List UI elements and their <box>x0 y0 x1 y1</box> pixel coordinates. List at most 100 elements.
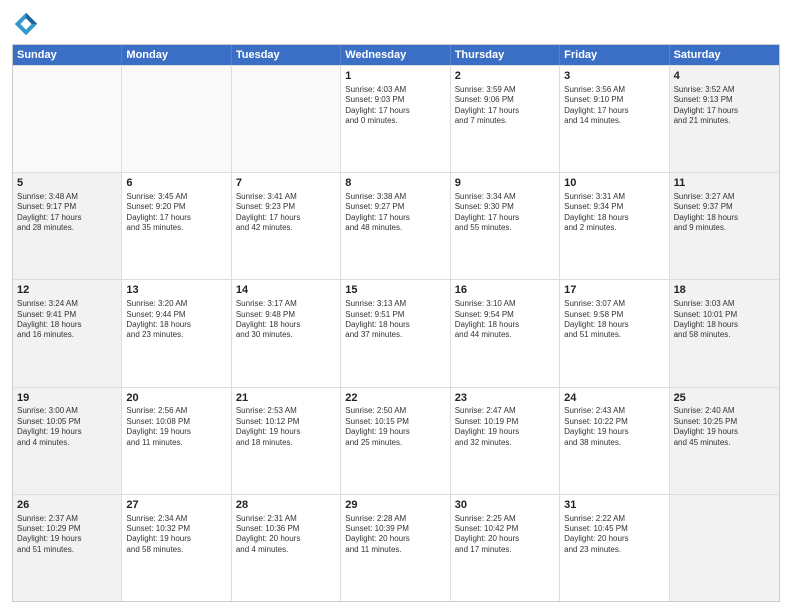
day-number: 1 <box>345 69 445 84</box>
day-cell-28: 28Sunrise: 2:31 AM Sunset: 10:36 PM Dayl… <box>232 495 341 601</box>
day-number: 24 <box>564 391 664 406</box>
day-cell-17: 17Sunrise: 3:07 AM Sunset: 9:58 PM Dayli… <box>560 280 669 386</box>
day-number: 19 <box>17 391 117 406</box>
day-info: Sunrise: 2:56 AM Sunset: 10:08 PM Daylig… <box>126 406 226 448</box>
day-number: 21 <box>236 391 336 406</box>
day-cell-27: 27Sunrise: 2:34 AM Sunset: 10:32 PM Dayl… <box>122 495 231 601</box>
day-cell-24: 24Sunrise: 2:43 AM Sunset: 10:22 PM Dayl… <box>560 388 669 494</box>
day-number: 9 <box>455 176 555 191</box>
day-info: Sunrise: 3:24 AM Sunset: 9:41 PM Dayligh… <box>17 299 117 341</box>
day-info: Sunrise: 3:00 AM Sunset: 10:05 PM Daylig… <box>17 406 117 448</box>
empty-cell <box>232 66 341 172</box>
day-info: Sunrise: 3:20 AM Sunset: 9:44 PM Dayligh… <box>126 299 226 341</box>
day-cell-19: 19Sunrise: 3:00 AM Sunset: 10:05 PM Dayl… <box>13 388 122 494</box>
day-info: Sunrise: 3:17 AM Sunset: 9:48 PM Dayligh… <box>236 299 336 341</box>
day-number: 25 <box>674 391 775 406</box>
day-number: 12 <box>17 283 117 298</box>
day-cell-11: 11Sunrise: 3:27 AM Sunset: 9:37 PM Dayli… <box>670 173 779 279</box>
empty-cell <box>13 66 122 172</box>
header <box>12 10 780 38</box>
day-info: Sunrise: 3:52 AM Sunset: 9:13 PM Dayligh… <box>674 85 775 127</box>
day-number: 3 <box>564 69 664 84</box>
day-number: 6 <box>126 176 226 191</box>
day-header-monday: Monday <box>122 45 231 65</box>
day-cell-22: 22Sunrise: 2:50 AM Sunset: 10:15 PM Dayl… <box>341 388 450 494</box>
day-number: 20 <box>126 391 226 406</box>
empty-cell <box>122 66 231 172</box>
calendar-row-3: 19Sunrise: 3:00 AM Sunset: 10:05 PM Dayl… <box>13 387 779 494</box>
calendar-row-2: 12Sunrise: 3:24 AM Sunset: 9:41 PM Dayli… <box>13 279 779 386</box>
day-info: Sunrise: 3:48 AM Sunset: 9:17 PM Dayligh… <box>17 192 117 234</box>
calendar-row-0: 1Sunrise: 4:03 AM Sunset: 9:03 PM Daylig… <box>13 65 779 172</box>
day-header-wednesday: Wednesday <box>341 45 450 65</box>
day-number: 10 <box>564 176 664 191</box>
day-number: 28 <box>236 498 336 513</box>
day-number: 18 <box>674 283 775 298</box>
calendar-body: 1Sunrise: 4:03 AM Sunset: 9:03 PM Daylig… <box>13 65 779 601</box>
day-number: 13 <box>126 283 226 298</box>
day-number: 11 <box>674 176 775 191</box>
logo-icon <box>12 10 40 38</box>
day-cell-3: 3Sunrise: 3:56 AM Sunset: 9:10 PM Daylig… <box>560 66 669 172</box>
day-cell-30: 30Sunrise: 2:25 AM Sunset: 10:42 PM Dayl… <box>451 495 560 601</box>
empty-cell <box>670 495 779 601</box>
day-info: Sunrise: 3:07 AM Sunset: 9:58 PM Dayligh… <box>564 299 664 341</box>
day-number: 14 <box>236 283 336 298</box>
day-cell-23: 23Sunrise: 2:47 AM Sunset: 10:19 PM Dayl… <box>451 388 560 494</box>
day-info: Sunrise: 2:50 AM Sunset: 10:15 PM Daylig… <box>345 406 445 448</box>
day-info: Sunrise: 3:45 AM Sunset: 9:20 PM Dayligh… <box>126 192 226 234</box>
day-cell-31: 31Sunrise: 2:22 AM Sunset: 10:45 PM Dayl… <box>560 495 669 601</box>
day-number: 30 <box>455 498 555 513</box>
day-number: 26 <box>17 498 117 513</box>
day-number: 15 <box>345 283 445 298</box>
day-cell-13: 13Sunrise: 3:20 AM Sunset: 9:44 PM Dayli… <box>122 280 231 386</box>
day-info: Sunrise: 3:13 AM Sunset: 9:51 PM Dayligh… <box>345 299 445 341</box>
day-number: 8 <box>345 176 445 191</box>
day-cell-14: 14Sunrise: 3:17 AM Sunset: 9:48 PM Dayli… <box>232 280 341 386</box>
day-header-saturday: Saturday <box>670 45 779 65</box>
day-number: 29 <box>345 498 445 513</box>
day-cell-2: 2Sunrise: 3:59 AM Sunset: 9:06 PM Daylig… <box>451 66 560 172</box>
day-cell-4: 4Sunrise: 3:52 AM Sunset: 9:13 PM Daylig… <box>670 66 779 172</box>
calendar-row-4: 26Sunrise: 2:37 AM Sunset: 10:29 PM Dayl… <box>13 494 779 601</box>
page: SundayMondayTuesdayWednesdayThursdayFrid… <box>0 0 792 612</box>
day-number: 16 <box>455 283 555 298</box>
day-cell-10: 10Sunrise: 3:31 AM Sunset: 9:34 PM Dayli… <box>560 173 669 279</box>
day-info: Sunrise: 3:27 AM Sunset: 9:37 PM Dayligh… <box>674 192 775 234</box>
day-cell-21: 21Sunrise: 2:53 AM Sunset: 10:12 PM Dayl… <box>232 388 341 494</box>
day-info: Sunrise: 4:03 AM Sunset: 9:03 PM Dayligh… <box>345 85 445 127</box>
day-header-thursday: Thursday <box>451 45 560 65</box>
day-info: Sunrise: 3:10 AM Sunset: 9:54 PM Dayligh… <box>455 299 555 341</box>
day-cell-29: 29Sunrise: 2:28 AM Sunset: 10:39 PM Dayl… <box>341 495 450 601</box>
day-info: Sunrise: 2:28 AM Sunset: 10:39 PM Daylig… <box>345 514 445 556</box>
day-cell-1: 1Sunrise: 4:03 AM Sunset: 9:03 PM Daylig… <box>341 66 450 172</box>
day-info: Sunrise: 3:03 AM Sunset: 10:01 PM Daylig… <box>674 299 775 341</box>
calendar-row-1: 5Sunrise: 3:48 AM Sunset: 9:17 PM Daylig… <box>13 172 779 279</box>
calendar-header: SundayMondayTuesdayWednesdayThursdayFrid… <box>13 45 779 65</box>
day-number: 31 <box>564 498 664 513</box>
day-number: 4 <box>674 69 775 84</box>
day-cell-9: 9Sunrise: 3:34 AM Sunset: 9:30 PM Daylig… <box>451 173 560 279</box>
day-cell-7: 7Sunrise: 3:41 AM Sunset: 9:23 PM Daylig… <box>232 173 341 279</box>
day-info: Sunrise: 3:31 AM Sunset: 9:34 PM Dayligh… <box>564 192 664 234</box>
day-info: Sunrise: 2:25 AM Sunset: 10:42 PM Daylig… <box>455 514 555 556</box>
day-info: Sunrise: 2:43 AM Sunset: 10:22 PM Daylig… <box>564 406 664 448</box>
day-cell-25: 25Sunrise: 2:40 AM Sunset: 10:25 PM Dayl… <box>670 388 779 494</box>
day-info: Sunrise: 3:38 AM Sunset: 9:27 PM Dayligh… <box>345 192 445 234</box>
day-header-sunday: Sunday <box>13 45 122 65</box>
day-cell-20: 20Sunrise: 2:56 AM Sunset: 10:08 PM Dayl… <box>122 388 231 494</box>
day-number: 7 <box>236 176 336 191</box>
day-info: Sunrise: 2:34 AM Sunset: 10:32 PM Daylig… <box>126 514 226 556</box>
day-number: 5 <box>17 176 117 191</box>
day-cell-15: 15Sunrise: 3:13 AM Sunset: 9:51 PM Dayli… <box>341 280 450 386</box>
day-info: Sunrise: 2:53 AM Sunset: 10:12 PM Daylig… <box>236 406 336 448</box>
day-info: Sunrise: 2:22 AM Sunset: 10:45 PM Daylig… <box>564 514 664 556</box>
day-cell-12: 12Sunrise: 3:24 AM Sunset: 9:41 PM Dayli… <box>13 280 122 386</box>
day-info: Sunrise: 3:34 AM Sunset: 9:30 PM Dayligh… <box>455 192 555 234</box>
day-number: 2 <box>455 69 555 84</box>
day-cell-5: 5Sunrise: 3:48 AM Sunset: 9:17 PM Daylig… <box>13 173 122 279</box>
day-number: 27 <box>126 498 226 513</box>
day-info: Sunrise: 3:59 AM Sunset: 9:06 PM Dayligh… <box>455 85 555 127</box>
day-info: Sunrise: 3:56 AM Sunset: 9:10 PM Dayligh… <box>564 85 664 127</box>
day-info: Sunrise: 2:37 AM Sunset: 10:29 PM Daylig… <box>17 514 117 556</box>
